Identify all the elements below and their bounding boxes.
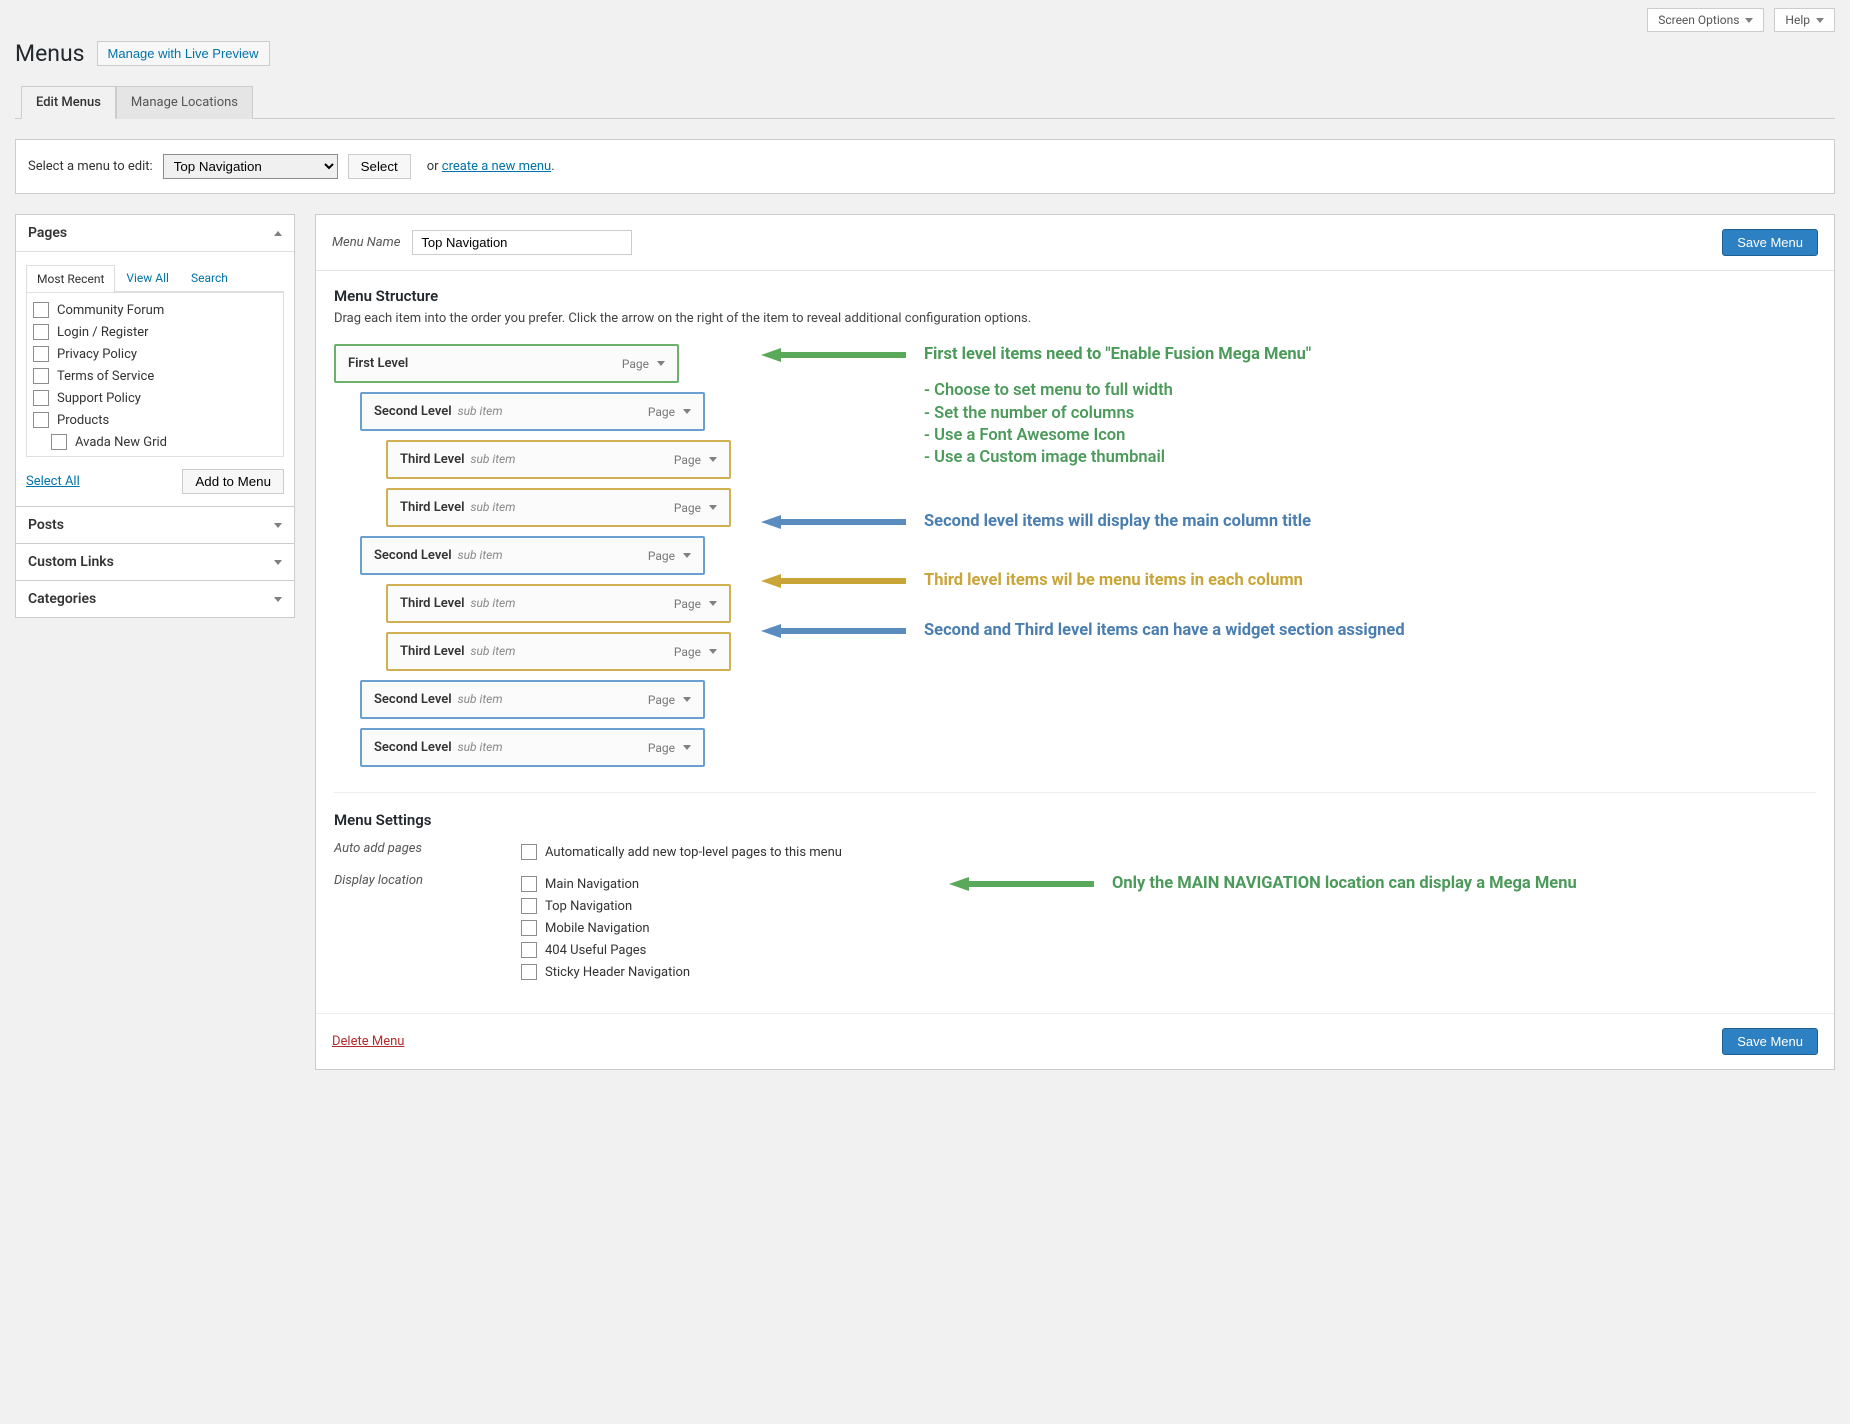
page-item[interactable]: Avada New Grid [31,431,279,453]
chevron-down-icon [274,560,282,565]
location-checkbox[interactable]: Sticky Header Navigation [519,961,949,983]
page-item[interactable]: Support Policy [31,387,279,409]
page-item[interactable]: Community Forum [31,299,279,321]
chevron-up-icon [274,231,282,236]
annotation-widget: Second and Third level items can have a … [924,620,1405,642]
annotation-first-level: First level items need to "Enable Fusion… [924,344,1311,469]
menu-item[interactable]: Third Levelsub itemPage [386,440,731,479]
chevron-down-icon [709,457,717,462]
auto-add-label: Auto add pages [334,841,519,856]
arrow-icon [761,624,906,638]
menu-item[interactable]: First LevelPage [334,344,679,383]
chevron-down-icon [709,601,717,606]
menu-item[interactable]: Third Levelsub itemPage [386,488,731,527]
menu-item[interactable]: Second Levelsub itemPage [360,392,705,431]
chevron-down-icon [683,697,691,702]
menu-structure-desc: Drag each item into the order you prefer… [334,311,1816,326]
menu-item[interactable]: Third Levelsub itemPage [386,632,731,671]
save-menu-button-bottom[interactable]: Save Menu [1722,1028,1818,1055]
page-item[interactable]: Login / Register [31,321,279,343]
location-checkbox[interactable]: Mobile Navigation [519,917,949,939]
menu-settings-heading: Menu Settings [334,811,1816,829]
pages-list[interactable]: Community ForumLogin / RegisterPrivacy P… [26,292,284,457]
chevron-down-icon [274,597,282,602]
chevron-down-icon [709,505,717,510]
select-menu-label: Select a menu to edit: [28,159,153,174]
arrow-icon [761,515,906,529]
menu-select[interactable]: Top Navigation [163,154,338,179]
auto-add-checkbox[interactable]: Automatically add new top-level pages to… [519,841,949,863]
arrow-icon [761,574,906,588]
annotation-location: Only the MAIN NAVIGATION location can di… [1112,873,1577,895]
annotation-second-level: Second level items will display the main… [924,511,1311,533]
location-checkbox[interactable]: Main Navigation [519,873,949,895]
menu-tree: First LevelPage Second Levelsub itemPage T… [334,344,731,776]
create-menu-link[interactable]: create a new menu [442,159,551,174]
page-item[interactable]: Fusion Builder [31,453,279,457]
page-title: Menus [15,40,85,67]
help-button[interactable]: Help [1774,8,1835,32]
menu-item[interactable]: Second Levelsub itemPage [360,728,705,767]
arrow-icon [761,348,906,362]
menu-item[interactable]: Third Levelsub itemPage [386,584,731,623]
menu-structure-heading: Menu Structure [334,287,1816,305]
metabox-pages: Pages Most Recent View All Search Commun… [15,214,295,507]
location-checkbox[interactable]: Top Navigation [519,895,949,917]
chevron-down-icon [709,649,717,654]
pages-tab-search[interactable]: Search [180,264,239,291]
tab-edit-menus[interactable]: Edit Menus [21,86,116,119]
tab-manage-locations[interactable]: Manage Locations [116,86,253,119]
menu-name-input[interactable] [412,230,632,255]
metabox-pages-toggle[interactable]: Pages [16,215,294,251]
add-to-menu-button[interactable]: Add to Menu [182,469,284,494]
chevron-down-icon [683,745,691,750]
screen-options-button[interactable]: Screen Options [1647,8,1764,32]
select-all-link[interactable]: Select All [26,474,80,489]
chevron-down-icon [1745,18,1753,23]
delete-menu-link[interactable]: Delete Menu [332,1034,404,1049]
page-item[interactable]: Products [31,409,279,431]
metabox-categories-toggle[interactable]: Categories [16,581,294,617]
location-checkbox[interactable]: 404 Useful Pages [519,939,949,961]
annotation-third-level: Third level items wil be menu items in e… [924,570,1303,592]
save-menu-button-top[interactable]: Save Menu [1722,229,1818,256]
main-panel: Menu Name Save Menu Menu Structure Drag … [315,214,1835,1070]
menu-select-bar: Select a menu to edit: Top Navigation Se… [15,139,1835,194]
chevron-down-icon [1816,18,1824,23]
chevron-down-icon [683,553,691,558]
pages-tab-viewall[interactable]: View All [115,264,180,291]
nav-tabs: Edit Menus Manage Locations [15,85,1835,119]
display-location-label: Display location [334,873,519,888]
page-item[interactable]: Terms of Service [31,365,279,387]
chevron-down-icon [657,361,665,366]
chevron-down-icon [683,409,691,414]
live-preview-button[interactable]: Manage with Live Preview [97,41,270,66]
page-item[interactable]: Privacy Policy [31,343,279,365]
chevron-down-icon [274,523,282,528]
menu-item[interactable]: Second Levelsub itemPage [360,536,705,575]
arrow-icon [949,877,1094,891]
menu-item[interactable]: Second Levelsub itemPage [360,680,705,719]
menu-name-label: Menu Name [332,235,400,250]
metabox-posts-toggle[interactable]: Posts [16,507,294,543]
select-button[interactable]: Select [348,154,411,179]
metabox-custom-links-toggle[interactable]: Custom Links [16,544,294,580]
pages-tab-recent[interactable]: Most Recent [26,265,115,292]
